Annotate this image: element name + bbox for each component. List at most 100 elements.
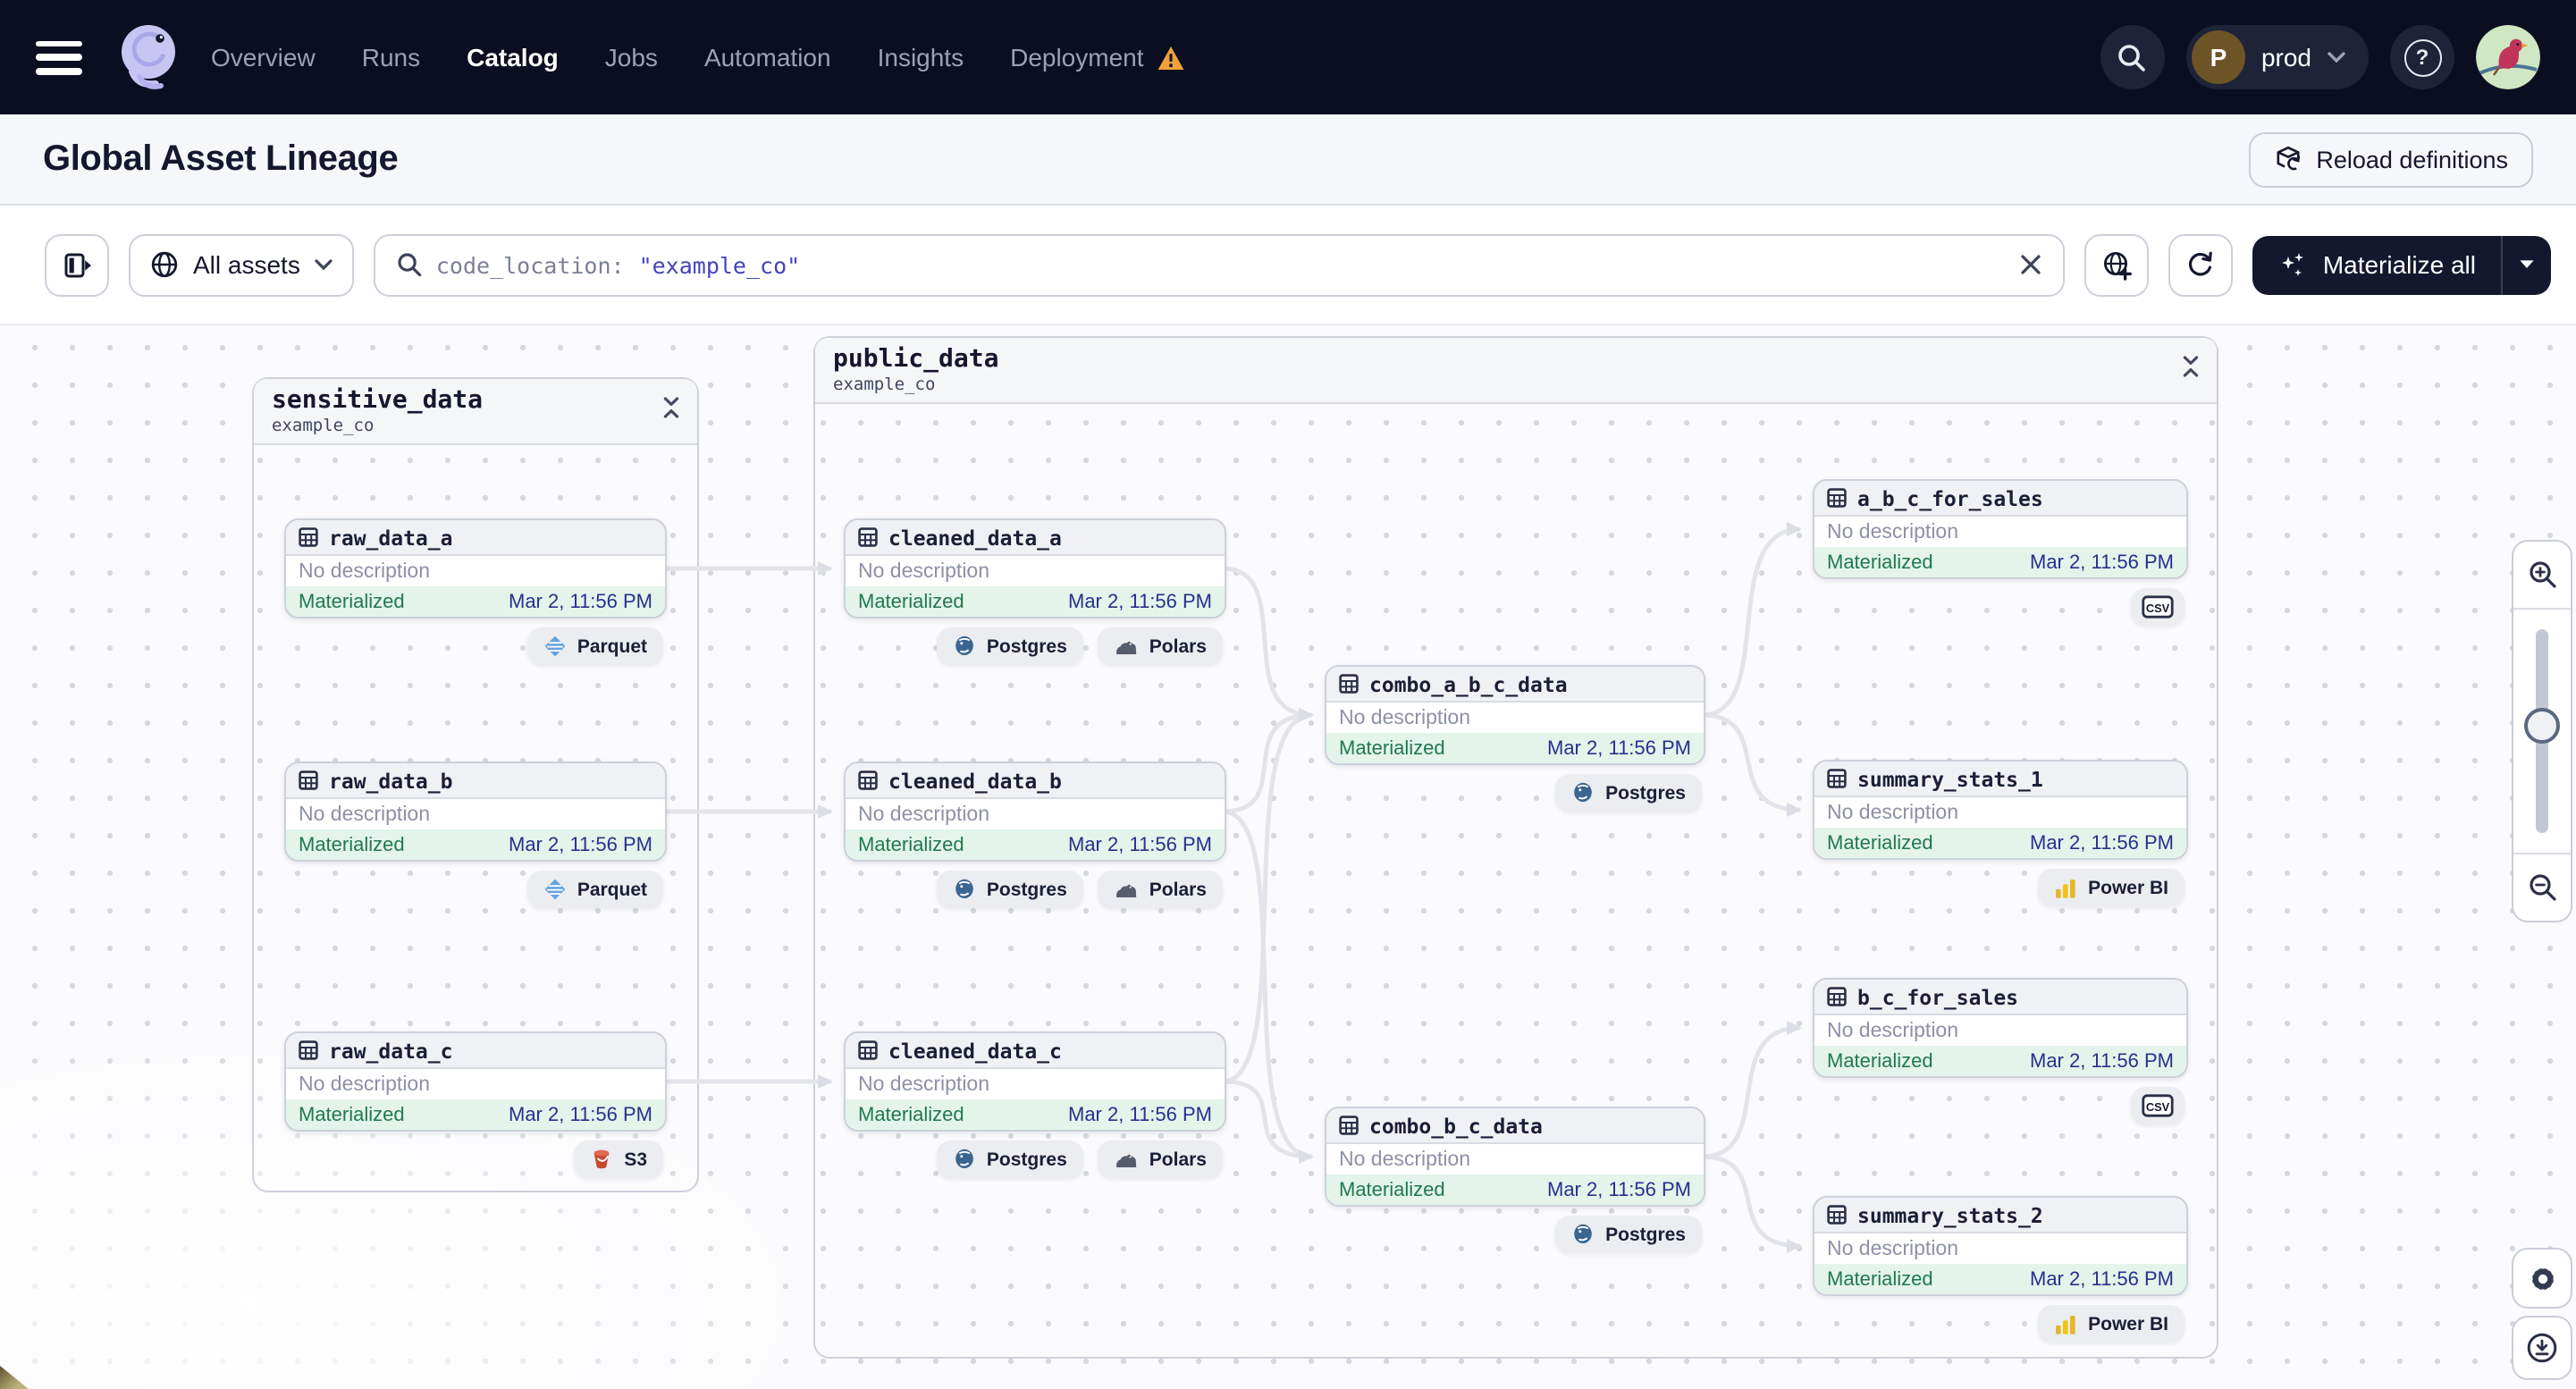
zoom-slider-thumb[interactable]: [2524, 708, 2560, 745]
asset-tag-row: Power BI: [1813, 869, 2185, 906]
asset-node-b_c_for_sales[interactable]: b_c_for_sales No description Materialize…: [1813, 978, 2188, 1078]
asset-node-header[interactable]: a_b_c_for_sales: [1814, 481, 2186, 517]
tag-power-bi[interactable]: Power BI: [2038, 1305, 2185, 1343]
download-icon: [2527, 1333, 2557, 1363]
tag-label: Polars: [1149, 1149, 1207, 1170]
collapse-group-button[interactable]: [2181, 354, 2201, 379]
lineage-graph[interactable]: sensitive_data example_co public_data ex…: [0, 324, 2576, 1389]
tag-s3[interactable]: S3: [574, 1141, 663, 1178]
nav-item-deployment[interactable]: Deployment: [1010, 43, 1143, 72]
environment-switcher[interactable]: P prod: [2185, 25, 2369, 89]
asset-node-raw_data_b[interactable]: raw_data_b No description Materialized M…: [284, 762, 667, 862]
user-avatar[interactable]: [2476, 25, 2540, 89]
asset-node-header[interactable]: combo_a_b_c_data: [1326, 667, 1704, 703]
asset-node-combo_b_c_data[interactable]: combo_b_c_data No description Materializ…: [1325, 1107, 1705, 1207]
zoom-slider[interactable]: [2513, 608, 2571, 854]
asset-timestamp[interactable]: Mar 2, 11:56 PM: [2030, 551, 2174, 573]
asset-timestamp[interactable]: Mar 2, 11:56 PM: [509, 1104, 652, 1125]
asset-status-row: Materialized Mar 2, 11:56 PM: [1814, 1046, 2186, 1076]
asset-node-header[interactable]: cleaned_data_a: [846, 520, 1225, 556]
tag-csv[interactable]: CSV: [2131, 588, 2185, 626]
asset-scope-dropdown[interactable]: All assets: [129, 233, 354, 296]
asset-node-header[interactable]: cleaned_data_b: [846, 763, 1225, 799]
asset-node-raw_data_a[interactable]: raw_data_a No description Materialized M…: [284, 518, 667, 619]
asset-node-header[interactable]: raw_data_c: [286, 1033, 665, 1069]
tag-postgres[interactable]: Postgres: [1555, 774, 1702, 812]
asset-node-header[interactable]: raw_data_b: [286, 763, 665, 799]
menu-icon[interactable]: [36, 40, 82, 74]
asset-name: b_c_for_sales: [1857, 984, 2019, 1009]
asset-timestamp[interactable]: Mar 2, 11:56 PM: [1547, 737, 1691, 759]
asset-node-header[interactable]: summary_stats_1: [1814, 762, 2186, 797]
tag-parquet[interactable]: Parquet: [526, 871, 663, 908]
asset-timestamp[interactable]: Mar 2, 11:56 PM: [2030, 832, 2174, 854]
reload-definitions-button[interactable]: Reload definitions: [2248, 131, 2533, 187]
nav-item-runs[interactable]: Runs: [362, 43, 420, 72]
materialize-all-button[interactable]: Materialize all: [2252, 235, 2551, 294]
asset-node-header[interactable]: summary_stats_2: [1814, 1198, 2186, 1233]
new-asset-group-button[interactable]: [2084, 233, 2150, 296]
collapse-group-button[interactable]: [661, 395, 681, 420]
tag-label: Postgres: [1605, 782, 1686, 804]
tag-postgres[interactable]: Postgres: [1555, 1216, 1702, 1253]
dagster-logo-icon[interactable]: [111, 20, 186, 95]
asset-tag-row: Power BI: [1813, 1305, 2185, 1343]
asset-tag-row: Postgres Polars: [844, 627, 1223, 665]
tag-label: Power BI: [2088, 877, 2168, 898]
asset-timestamp[interactable]: Mar 2, 11:56 PM: [509, 834, 652, 855]
nav-item-catalog[interactable]: Catalog: [467, 43, 559, 72]
materialize-options-button[interactable]: [2503, 235, 2551, 294]
tag-power-bi[interactable]: Power BI: [2038, 869, 2185, 906]
download-image-button[interactable]: [2512, 1316, 2572, 1380]
tag-csv[interactable]: CSV: [2131, 1087, 2185, 1124]
zoom-out-button[interactable]: [2513, 854, 2571, 921]
asset-node-cleaned_data_a[interactable]: cleaned_data_a No description Materializ…: [844, 518, 1226, 619]
asset-timestamp[interactable]: Mar 2, 11:56 PM: [1068, 834, 1212, 855]
asset-node-header[interactable]: combo_b_c_data: [1326, 1108, 1704, 1144]
asset-group-header[interactable]: public_data example_co: [815, 338, 2217, 404]
asset-timestamp[interactable]: Mar 2, 11:56 PM: [1068, 1104, 1212, 1125]
asset-node-header[interactable]: cleaned_data_c: [846, 1033, 1225, 1069]
asset-node-cleaned_data_b[interactable]: cleaned_data_b No description Materializ…: [844, 762, 1226, 862]
graph-settings-button[interactable]: [2512, 1248, 2572, 1309]
clear-search-button[interactable]: [2021, 254, 2042, 275]
asset-node-combo_a_b_c_data[interactable]: combo_a_b_c_data No description Material…: [1325, 665, 1705, 765]
table-icon: [1339, 1115, 1359, 1135]
nav-item-insights[interactable]: Insights: [878, 43, 964, 72]
asset-timestamp[interactable]: Mar 2, 11:56 PM: [1547, 1179, 1691, 1200]
nav-item-overview[interactable]: Overview: [211, 43, 316, 72]
asset-name: cleaned_data_a: [888, 525, 1062, 550]
tag-postgres[interactable]: Postgres: [936, 871, 1083, 908]
asset-node-header[interactable]: raw_data_a: [286, 520, 665, 556]
asset-timestamp[interactable]: Mar 2, 11:56 PM: [1068, 591, 1212, 612]
asset-tag-row: CSV: [1813, 1087, 2185, 1124]
refresh-button[interactable]: [2168, 233, 2234, 296]
asset-status: Materialized: [1827, 551, 1933, 573]
asset-node-cleaned_data_c[interactable]: cleaned_data_c No description Materializ…: [844, 1031, 1226, 1132]
tag-polars[interactable]: Polars: [1097, 627, 1223, 665]
tag-polars[interactable]: Polars: [1097, 871, 1223, 908]
open-sidebar-button[interactable]: [45, 233, 109, 296]
asset-timestamp[interactable]: Mar 2, 11:56 PM: [2030, 1050, 2174, 1072]
asset-node-summary_stats_2[interactable]: summary_stats_2 No description Materiali…: [1813, 1196, 2188, 1296]
tag-postgres[interactable]: Postgres: [936, 627, 1083, 665]
asset-timestamp[interactable]: Mar 2, 11:56 PM: [2030, 1268, 2174, 1290]
tag-postgres[interactable]: Postgres: [936, 1141, 1083, 1178]
sparkles-icon: [2282, 253, 2304, 276]
asset-group-header[interactable]: sensitive_data example_co: [254, 379, 697, 445]
tag-parquet[interactable]: Parquet: [526, 627, 663, 665]
nav-item-jobs[interactable]: Jobs: [605, 43, 658, 72]
tag-polars[interactable]: Polars: [1097, 1141, 1223, 1178]
asset-node-summary_stats_1[interactable]: summary_stats_1 No description Materiali…: [1813, 760, 2188, 860]
asset-node-a_b_c_for_sales[interactable]: a_b_c_for_sales No description Materiali…: [1813, 479, 2188, 579]
search-button[interactable]: [2100, 25, 2165, 89]
zoom-in-button[interactable]: [2513, 542, 2571, 608]
search-input[interactable]: code_location: "example_co": [373, 233, 2066, 296]
help-button[interactable]: ?: [2390, 25, 2454, 89]
asset-timestamp[interactable]: Mar 2, 11:56 PM: [509, 591, 652, 612]
nav-item-automation[interactable]: Automation: [704, 43, 831, 72]
asset-name: cleaned_data_b: [888, 768, 1062, 793]
asset-node-header[interactable]: b_c_for_sales: [1814, 980, 2186, 1015]
asset-node-raw_data_c[interactable]: raw_data_c No description Materialized M…: [284, 1031, 667, 1132]
postgres-icon: [955, 1149, 973, 1168]
